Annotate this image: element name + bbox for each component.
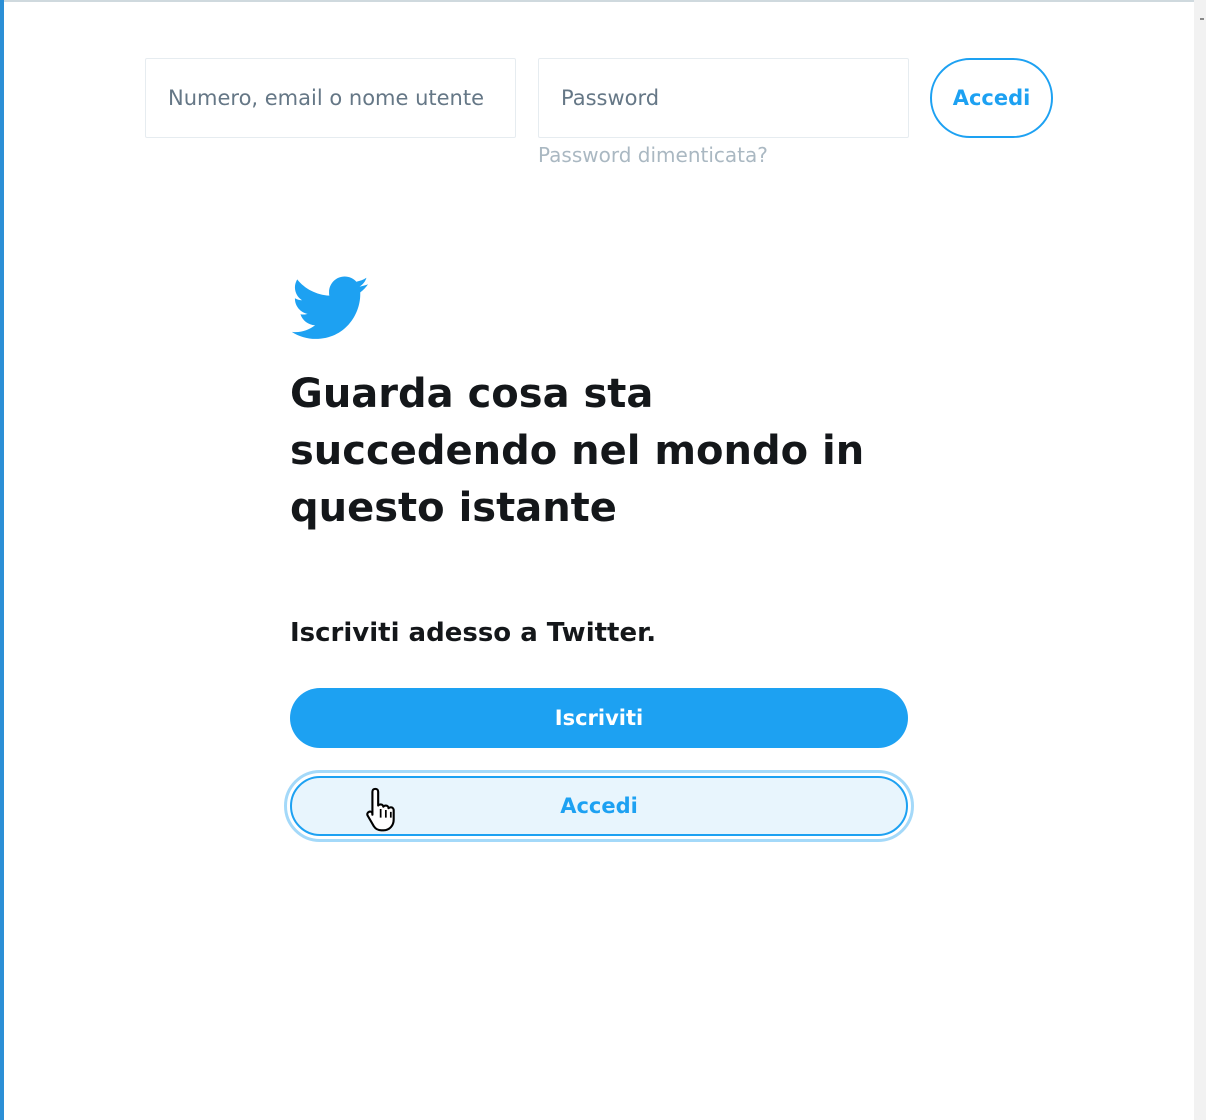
username-input[interactable]	[168, 86, 493, 110]
signup-subheadline: Iscriviti adesso a Twitter.	[290, 618, 657, 648]
password-input[interactable]	[561, 86, 886, 110]
twitter-bird-icon	[292, 276, 369, 339]
scrollbar-mark	[1200, 18, 1204, 20]
signup-button[interactable]: Iscriviti	[290, 688, 908, 748]
username-field[interactable]	[145, 58, 516, 138]
window-top-border	[0, 0, 1206, 2]
page-headline: Guarda cosa sta succedendo nel mondo in …	[290, 371, 865, 531]
hand-pointer-icon	[366, 787, 395, 832]
window-left-border	[0, 0, 4, 1120]
twitter-landing-page: Accedi Password dimenticata? Guarda cosa…	[0, 0, 1206, 1120]
scrollbar[interactable]	[1194, 0, 1206, 1120]
password-field[interactable]	[538, 58, 909, 138]
header-login-button[interactable]: Accedi	[930, 58, 1053, 138]
forgot-password-link[interactable]: Password dimenticata?	[538, 143, 768, 167]
